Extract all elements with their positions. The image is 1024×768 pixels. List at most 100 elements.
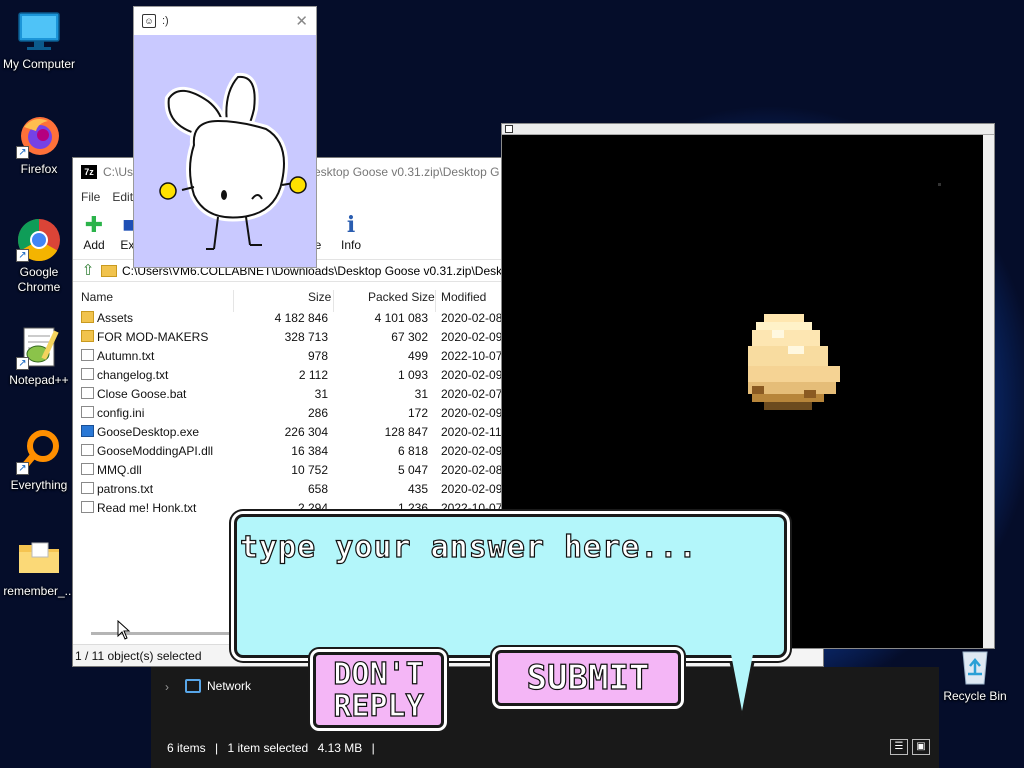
desktop-icon-label: Google Chrome xyxy=(17,265,61,294)
window-titlebar[interactable]: ☺ :) ✕ xyxy=(134,7,316,35)
add-button[interactable]: ✚ Add xyxy=(74,212,114,252)
cell-packed-size: 31 xyxy=(414,387,428,401)
desktop-icon-recycle-bin[interactable]: Recycle Bin xyxy=(936,646,1014,704)
column-modified[interactable]: Modified xyxy=(441,290,486,304)
cell-size: 16 384 xyxy=(291,444,328,458)
folder-icon xyxy=(81,311,94,323)
horizontal-scrollbar[interactable] xyxy=(91,632,231,635)
item-count: 6 items xyxy=(167,741,206,755)
cell-packed-size: 5 047 xyxy=(397,463,428,477)
cell-packed-size: 499 xyxy=(407,349,428,363)
cell-packed-size: 435 xyxy=(407,482,428,496)
status-separator: | xyxy=(371,741,375,755)
up-folder-icon[interactable]: ⇧ xyxy=(79,262,97,280)
column-size[interactable]: Size xyxy=(308,290,331,304)
cell-modified: 2020-02-11 xyxy=(441,425,502,439)
cell-size: 978 xyxy=(307,349,328,363)
cell-modified: 2020-02-08 xyxy=(441,311,503,325)
cell-size: 31 xyxy=(314,387,328,401)
cell-name: Read me! Honk.txt xyxy=(97,501,197,515)
selection-count: 1 item selected xyxy=(227,741,309,755)
file-icon xyxy=(81,444,94,456)
cell-packed-size: 4 101 083 xyxy=(374,311,428,325)
cell-modified: 2022-10-07 xyxy=(441,349,503,363)
cell-packed-size: 128 847 xyxy=(384,425,428,439)
cell-modified: 2020-02-08 xyxy=(441,463,503,477)
cell-modified: 2020-02-09 xyxy=(441,406,503,420)
window-title-tail: esktop Goose v0.31.zip\Desktop G xyxy=(314,165,500,179)
desktop-icon-my-computer[interactable]: My Computer xyxy=(0,8,78,72)
column-packed-size[interactable]: Packed Size xyxy=(368,290,435,304)
cell-modified: 2020-02-09 xyxy=(441,444,503,458)
shortcut-arrow-icon: ↗ xyxy=(16,357,29,370)
menu-file[interactable]: File xyxy=(81,190,100,204)
nav-item-network[interactable]: Network xyxy=(207,679,251,693)
desktop-icon-chrome[interactable]: ↗ Google Chrome xyxy=(0,216,78,295)
folder-icon xyxy=(81,330,94,342)
file-icon xyxy=(81,463,94,475)
7zip-logo-icon: 7z xyxy=(81,165,97,179)
system-menu-icon[interactable] xyxy=(505,125,513,133)
desktop-icon-notepadpp[interactable]: ↗ Notepad++ xyxy=(0,324,78,388)
menu-edit[interactable]: Edit xyxy=(112,190,133,204)
desktop-icon-everything[interactable]: ↗ Everything xyxy=(0,429,78,493)
cell-name: patrons.txt xyxy=(97,482,154,496)
cell-size: 2 112 xyxy=(298,368,328,382)
file-icon xyxy=(81,368,94,380)
magnifier-icon: ↗ xyxy=(16,429,62,475)
bunny-popup-window: ☺ :) ✕ xyxy=(133,6,317,268)
folder-icon xyxy=(16,535,62,581)
cell-name: Assets xyxy=(97,311,134,325)
cell-name: GooseDesktop.exe xyxy=(97,425,200,439)
cell-size: 286 xyxy=(307,406,328,420)
cell-size: 2 294 xyxy=(297,501,328,515)
cell-name: FOR MOD-MAKERS xyxy=(97,330,209,344)
desktop-icon-firefox[interactable]: ↗ Firefox xyxy=(0,113,78,177)
window-titlebar[interactable] xyxy=(502,124,994,135)
firefox-icon: ↗ xyxy=(16,113,62,159)
mouse-cursor-icon xyxy=(117,620,131,640)
chrome-icon: ↗ xyxy=(16,216,62,262)
desktop-icon-label: My Computer xyxy=(2,57,76,71)
selection-size: 4.13 MB xyxy=(317,741,363,755)
desktop-icon-remember-folder[interactable]: remember_... xyxy=(0,535,78,599)
cell-size: 658 xyxy=(307,482,328,496)
status-separator: | xyxy=(215,741,219,755)
cell-size: 4 182 846 xyxy=(274,311,328,325)
details-view-icon[interactable]: ☰ xyxy=(890,739,908,755)
dont-reply-button[interactable]: DON'T REPLY xyxy=(313,652,444,728)
cell-modified: 2020-02-09 xyxy=(441,368,503,382)
desktop-icon-label: Notepad++ xyxy=(9,373,69,387)
cell-name: Close Goose.bat xyxy=(97,387,187,401)
cell-modified: 2020-02-07 xyxy=(441,387,503,401)
cell-packed-size: 1 093 xyxy=(397,368,428,382)
notepadpp-icon: ↗ xyxy=(16,324,62,370)
answer-input[interactable] xyxy=(240,522,776,572)
cell-name: GooseModdingAPI.dll xyxy=(97,444,214,458)
desktop-icon-label: Everything xyxy=(10,478,68,492)
cell-modified: 2020-02-09 xyxy=(441,330,503,344)
recycle-bin-icon xyxy=(955,646,995,686)
bunny-illustration xyxy=(159,72,307,250)
cell-modified: 2020-02-09 xyxy=(441,482,503,496)
close-icon[interactable]: ✕ xyxy=(295,12,308,30)
cell-size: 328 713 xyxy=(284,330,328,344)
explorer-status-bar: 6 items | 1 item selected 4.13 MB | xyxy=(167,741,381,755)
info-button[interactable]: i Info xyxy=(331,212,371,252)
selection-status: 1 / 11 object(s) selected xyxy=(75,649,202,663)
tiles-view-icon[interactable]: ▣ xyxy=(912,739,930,755)
file-icon xyxy=(81,501,94,513)
submit-button[interactable]: SUBMIT xyxy=(495,650,681,706)
cell-modified: 2022-10-07 xyxy=(441,501,503,515)
column-name[interactable]: Name xyxy=(81,290,113,304)
cell-name: Autumn.txt xyxy=(97,349,155,363)
cell-packed-size: 6 818 xyxy=(397,444,428,458)
vertical-scrollbar[interactable] xyxy=(983,135,994,648)
chevron-right-icon[interactable]: › xyxy=(165,680,169,694)
desktop-icon-label: remember_... xyxy=(3,584,75,598)
exe-icon xyxy=(81,425,94,437)
speech-bubble-tail-fill xyxy=(730,649,754,711)
network-icon xyxy=(185,679,201,693)
desktop-icon-label: Firefox xyxy=(20,162,58,176)
folder-icon xyxy=(101,264,117,277)
